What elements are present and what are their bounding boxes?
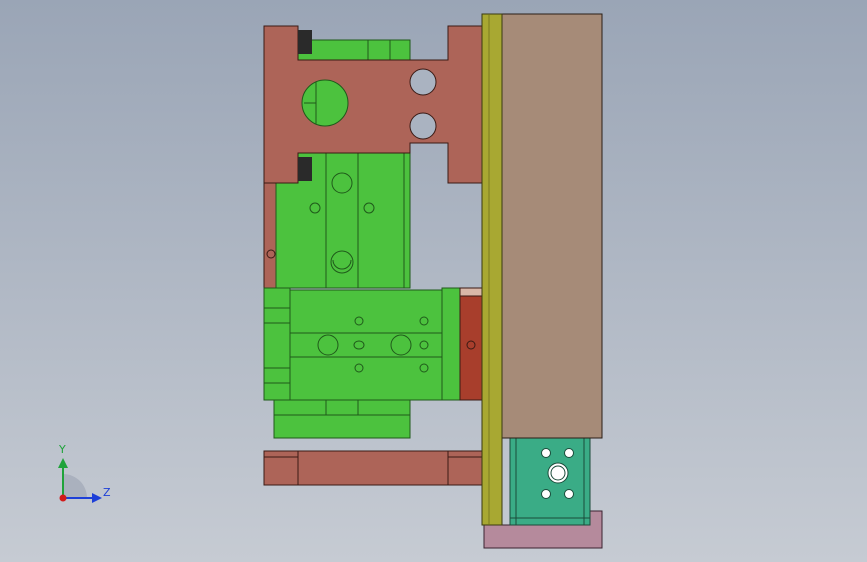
lower-pin-hole[interactable] xyxy=(409,112,437,140)
main-slide[interactable] xyxy=(289,287,461,401)
locating-block[interactable] xyxy=(509,437,591,526)
bottom-stop-bar[interactable] xyxy=(263,450,485,486)
bottom-bolt xyxy=(298,157,312,181)
top-slide[interactable] xyxy=(297,39,411,61)
back-plate[interactable] xyxy=(501,13,603,439)
top-bolt xyxy=(298,30,312,54)
main-slide-rail[interactable] xyxy=(263,287,291,401)
model-viewport[interactable]: Y Z xyxy=(0,0,867,562)
upper-pin-hole[interactable] xyxy=(409,68,437,96)
left-side-strip[interactable] xyxy=(263,182,277,289)
z-axis-label: Z xyxy=(103,486,111,499)
y-axis-label: Y xyxy=(59,443,66,456)
mold-assembly-model[interactable] xyxy=(0,0,867,562)
guide-plate[interactable] xyxy=(481,13,503,526)
lower-slide-body[interactable] xyxy=(273,399,411,439)
slide-insert[interactable] xyxy=(459,287,485,401)
